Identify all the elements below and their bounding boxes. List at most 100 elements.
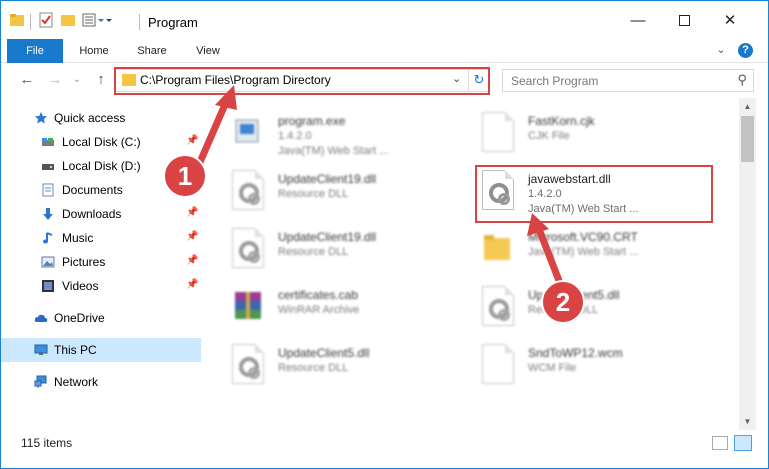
details-view-icon[interactable] [712,436,728,450]
file-detail: 1.4.2.0 [278,130,312,142]
explorer-window: Program — ✕ File Home Share View ⌄ ? ← →… [0,0,769,469]
pin-icon: 📌 [186,279,199,290]
file-highlight-box [475,165,713,223]
vertical-scrollbar[interactable]: ▲ ▼ [739,98,756,430]
maximize-button[interactable] [661,1,707,39]
sidebar-item-label: Videos [62,279,99,293]
documents-icon [42,183,54,197]
title-bar: Program — ✕ [1,1,768,39]
maximize-icon [678,14,690,26]
close-icon: ✕ [723,12,737,29]
file-icon [482,344,514,384]
title-separator [30,14,31,30]
star-icon [35,112,47,124]
exe-file-icon [232,112,264,152]
new-folder-icon[interactable] [60,11,76,29]
file-item[interactable]: program.exe 1.4.2.0 Java(TM) Web Start .… [212,104,444,157]
dll-file-icon [232,170,264,210]
expand-ribbon-icon[interactable]: ⌄ [713,43,729,59]
sidebar-item-label: This PC [54,343,97,357]
file-item[interactable]: UpdateClient19.dll Resource DLL [212,220,444,272]
file-item[interactable]: UpdateClient19.dll Resource DLL [212,162,444,214]
sidebar-item-label: Quick access [54,111,126,125]
cloud-icon [34,314,48,322]
sidebar-item-this-pc[interactable]: This PC [1,338,201,362]
file-detail: WinRAR Archive [278,304,360,316]
computer-icon [34,344,48,355]
music-icon [43,232,53,244]
video-icon [42,280,54,292]
search-input[interactable]: Search Program ⚲ [502,69,754,92]
sidebar-item-network[interactable]: Network [1,370,201,394]
folder-icon [9,11,25,29]
file-name: UpdateClient5.dll [278,346,370,360]
pin-icon: 📌 [186,135,199,146]
status-bar: 115 items [1,430,768,468]
sidebar-item-label: Music [62,231,94,245]
file-item[interactable]: UpdateClient5.dll Resource DLL [212,336,444,388]
scroll-up-icon[interactable]: ▲ [739,98,756,115]
dll-file-icon [232,344,264,384]
minimize-button[interactable]: — [615,1,661,39]
scroll-down-icon[interactable]: ▼ [739,413,756,430]
tab-home[interactable]: Home [67,39,121,63]
sidebar-item-label: Downloads [62,207,122,221]
drive-icon [42,138,54,146]
sidebar-item-music[interactable]: Music 📌 [1,226,201,250]
sidebar-item-label: Local Disk (C:) [62,135,141,149]
file-item[interactable]: FastKorn.cjk CJK File [462,104,694,156]
help-icon[interactable]: ? [738,43,753,58]
file-name: Microsoft.VC90.CRT [528,230,638,244]
tab-share[interactable]: Share [125,39,179,63]
sidebar-item-quick-access[interactable]: Quick access [1,106,201,130]
file-detail: Java(TM) Web Start ... [278,145,389,157]
sidebar-item-onedrive[interactable]: OneDrive [1,306,201,330]
forward-arrow-icon[interactable]: → [45,70,65,90]
file-name: SndToWP12.wcm [528,346,623,360]
minimize-icon: — [630,11,646,29]
dll-file-icon [232,228,264,268]
recent-locations-icon[interactable]: ⌄ [67,70,87,90]
file-item[interactable]: certificates.cab WinRAR Archive [212,278,444,330]
navigation-bar: ← → ⌄ ↑ C:\Program Files\Program Directo… [1,64,768,98]
sidebar-item-label: Network [54,375,99,389]
up-arrow-icon[interactable]: ↑ [91,70,111,90]
tiles-view-icon[interactable] [734,435,752,451]
ribbon: File Home Share View ⌄ ? [1,39,768,63]
file-item[interactable]: Microsoft.VC90.CRT Java(TM) Web Start ..… [462,220,694,272]
sidebar-item-local-disk-c[interactable]: Local Disk (C:) 📌 [1,130,201,154]
callout-step-2: 2 [541,280,585,324]
sidebar-item-label: Pictures [62,255,106,269]
file-item[interactable]: SndToWP12.wcm WCM File [462,336,694,388]
sidebar-item-videos[interactable]: Videos 📌 [1,274,201,298]
file-detail: Resource DLL [278,246,349,258]
properties-icon[interactable] [38,11,54,29]
back-arrow-icon[interactable]: ← [17,70,37,90]
file-name: UpdateClient19.dll [278,172,377,186]
sidebar-item-label: OneDrive [54,311,105,325]
file-list: program.exe 1.4.2.0 Java(TM) Web Start .… [206,98,739,430]
file-detail: Resource DLL [278,362,349,374]
search-placeholder: Search Program [511,74,599,88]
customize-toolbar-icon[interactable] [82,11,112,29]
file-name: certificates.cab [278,288,359,302]
sidebar-item-downloads[interactable]: Downloads 📌 [1,202,201,226]
file-name: program.exe [278,114,346,128]
archive-icon [232,286,264,326]
sidebar-item-pictures[interactable]: Pictures 📌 [1,250,201,274]
download-icon [43,208,53,220]
tab-view[interactable]: View [181,39,235,63]
pin-icon: 📌 [186,231,199,242]
dll-file-icon [482,286,514,326]
tab-file[interactable]: File [7,39,63,63]
close-button[interactable]: ✕ [707,1,753,39]
scrollbar-thumb[interactable] [741,116,754,162]
file-detail: CJK File [528,130,570,142]
file-name: FastKorn.cjk [528,114,595,128]
drive-icon [42,164,54,170]
sidebar-item-label: Documents [62,183,123,197]
pin-icon: 📌 [186,255,199,266]
pictures-icon [41,256,55,268]
title-separator [139,14,140,30]
search-icon: ⚲ [737,72,747,87]
